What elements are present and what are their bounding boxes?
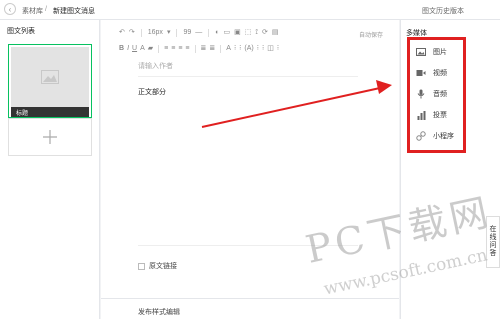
top-bar: ‹ 素材库 / 新建图文消息 图文历史版本	[0, 0, 500, 20]
article-card[interactable]: 标题	[8, 44, 92, 118]
text-style-icon[interactable]: A	[226, 44, 231, 54]
media-item-audio[interactable]: 音频	[416, 88, 447, 100]
author-underline	[138, 76, 358, 77]
format-painter-icon[interactable]: ◐	[215, 28, 219, 38]
media-item-label: 视频	[433, 70, 447, 77]
toolbar-row-2: B I U A ▰ ≡ ≡ ≡ ≡ ≣ ≣ A ⁝ ⁝ (A) ⁝ ⁝ ◫ ⁝	[119, 44, 279, 54]
font-color-icon[interactable]: A	[140, 44, 145, 54]
article-list-panel: 图文列表 标题	[0, 20, 100, 319]
link-tool-icon[interactable]: ⟟	[255, 28, 258, 38]
body-editor[interactable]: 正文部分	[138, 87, 166, 97]
more-icon[interactable]: ⁝	[277, 44, 279, 54]
paragraph-after-icon[interactable]: ⁝	[262, 44, 264, 54]
media-item-image[interactable]: 图片	[416, 46, 447, 58]
table-icon[interactable]: ▣	[234, 28, 241, 38]
media-item-label: 小程序	[433, 133, 454, 140]
breadcrumb-current: 新建图文消息	[53, 8, 95, 15]
media-item-label: 音频	[433, 91, 447, 98]
media-item-label: 图片	[433, 49, 447, 56]
frame-icon[interactable]: ⬚	[245, 28, 252, 38]
media-item-miniprogram[interactable]: 小程序	[416, 130, 454, 142]
toolbar-row-1: ↶ ↷ 16px ▾ 99 — ◐ ▭ ▣ ⬚ ⟟ ⟳ ▤	[119, 28, 278, 38]
original-link-checkbox[interactable]	[138, 262, 145, 270]
refresh-icon[interactable]: ⟳	[262, 28, 268, 38]
template-icon[interactable]: ▤	[272, 28, 279, 38]
justify-icon[interactable]: ≡	[185, 44, 189, 54]
media-item-video[interactable]: 视频	[416, 67, 447, 79]
autosave-status: 自动保存	[359, 33, 384, 39]
article-card-title: 标题	[11, 107, 89, 117]
align-right-icon[interactable]: ≡	[178, 44, 182, 54]
redo-icon[interactable]: ↷	[129, 28, 135, 38]
publish-style-label[interactable]: 发布样式编辑	[138, 307, 180, 317]
underline-icon[interactable]: U	[132, 44, 137, 54]
article-list-title: 图文列表	[7, 28, 35, 35]
original-link-label: 原文链接	[149, 263, 177, 270]
chevron-down-icon[interactable]: ▾	[167, 28, 171, 38]
link-icon	[416, 131, 426, 141]
image-placeholder-icon	[11, 47, 89, 107]
margin-icon[interactable]: ◫	[267, 44, 274, 54]
back-arrow-icon[interactable]: ‹	[4, 3, 16, 15]
clear-format-icon[interactable]: ▭	[223, 28, 230, 38]
editor-footer-divider	[101, 298, 399, 299]
horizontal-rule-icon[interactable]: —	[195, 28, 202, 38]
media-item-vote[interactable]: 投票	[416, 109, 447, 121]
plus-icon	[43, 130, 57, 144]
italic-icon[interactable]: I	[127, 44, 129, 54]
microphone-icon	[416, 89, 426, 99]
blockquote-icon[interactable]: 99	[183, 28, 191, 38]
line-spacing-icon[interactable]: ⁝	[239, 44, 241, 54]
breadcrumb-library[interactable]: 素材库	[22, 6, 43, 16]
video-icon	[416, 68, 426, 78]
image-icon	[416, 47, 426, 57]
undo-icon[interactable]: ↶	[119, 28, 125, 38]
history-version-link[interactable]: 图文历史版本	[422, 6, 464, 16]
add-article-button[interactable]	[8, 118, 92, 156]
media-highlight-box: 图片 视频 音频 投票 小程序	[407, 37, 466, 153]
original-link-option[interactable]: 原文链接	[138, 261, 177, 271]
paragraph-before-icon[interactable]: ⁝	[257, 44, 259, 54]
breadcrumb-separator: /	[45, 6, 47, 13]
font-size-select[interactable]: 16px	[148, 28, 163, 38]
bold-icon[interactable]: B	[119, 44, 124, 54]
bar-chart-icon	[416, 110, 426, 120]
indent-icon[interactable]: ⁝	[234, 44, 236, 54]
letter-spacing-icon[interactable]: (A)	[244, 44, 253, 54]
unordered-list-icon[interactable]: ≣	[209, 44, 215, 54]
background-color-icon[interactable]: ▰	[148, 44, 153, 54]
media-item-label: 投票	[433, 112, 447, 119]
align-left-icon[interactable]: ≡	[164, 44, 168, 54]
ordered-list-icon[interactable]: ≣	[201, 44, 207, 54]
align-center-icon[interactable]: ≡	[171, 44, 175, 54]
author-input[interactable]: 请输入作者	[138, 61, 173, 71]
